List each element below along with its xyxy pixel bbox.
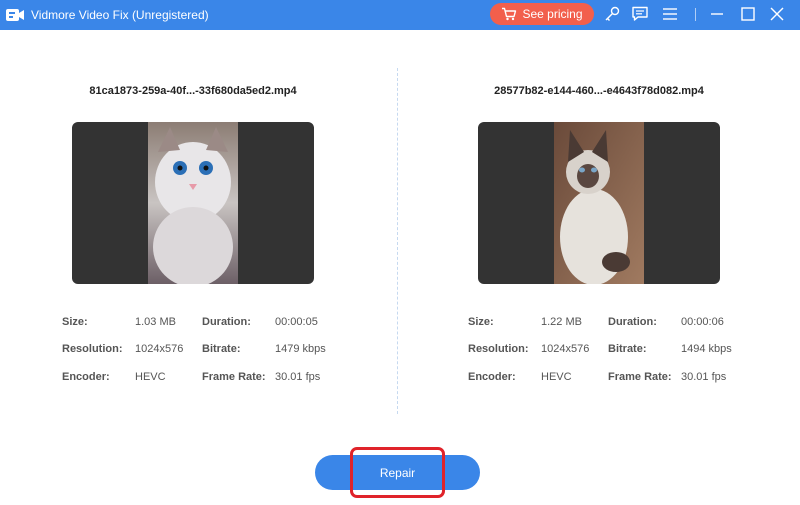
left-frame-rate-label: Frame Rate: (202, 371, 266, 383)
left-resolution-value: 1024x576 (135, 343, 184, 355)
right-resolution-value: 1024x576 (541, 343, 590, 355)
left-size-label: Size: (62, 316, 88, 328)
repair-button-label: Repair (379, 465, 416, 480)
right-bitrate-value: 1494 kbps (681, 343, 732, 355)
see-pricing-button[interactable]: See pricing (490, 3, 594, 25)
key-icon[interactable] (603, 5, 621, 23)
left-bitrate-label: Bitrate: (202, 343, 241, 355)
left-bitrate-value: 1479 kbps (275, 343, 326, 355)
right-encoder-value: HEVC (541, 371, 572, 383)
right-filename: 28577b82-e144-460...-e4643f78d082.mp4 (494, 85, 704, 97)
right-video-thumbnail (554, 122, 644, 284)
left-video-thumbnail (148, 122, 238, 284)
left-video-preview[interactable] (72, 122, 314, 284)
left-duration-label: Duration: (202, 316, 251, 328)
right-encoder-label: Encoder: (468, 371, 516, 383)
left-filename: 81ca1873-259a-40f...-33f680da5ed2.mp4 (89, 85, 297, 97)
video-logo-icon (6, 9, 24, 21)
cart-icon (502, 7, 517, 21)
right-video-preview[interactable] (478, 122, 720, 284)
left-duration-value: 00:00:05 (275, 316, 318, 328)
menu-icon[interactable] (661, 5, 679, 23)
right-frame-rate-value: 30.01 fps (681, 371, 727, 383)
right-duration-value: 00:00:06 (681, 316, 724, 328)
left-resolution-label: Resolution: (62, 343, 123, 355)
maximize-icon[interactable] (739, 5, 757, 23)
chat-icon[interactable] (631, 5, 649, 23)
right-size-value: 1.22 MB (541, 316, 582, 328)
repair-button[interactable]: Repair (315, 455, 480, 490)
see-pricing-label: See pricing (522, 7, 583, 21)
right-duration-label: Duration: (608, 316, 657, 328)
right-frame-rate-label: Frame Rate: (608, 371, 672, 383)
right-size-label: Size: (468, 316, 494, 328)
titlebar-separator (695, 8, 696, 21)
window-title: Vidmore Video Fix (Unregistered) (31, 8, 209, 22)
title-bar: Vidmore Video Fix (Unregistered) See pri… (0, 0, 800, 30)
right-resolution-label: Resolution: (468, 343, 529, 355)
left-encoder-value: HEVC (135, 371, 166, 383)
minimize-icon[interactable] (708, 5, 726, 23)
right-bitrate-label: Bitrate: (608, 343, 647, 355)
left-frame-rate-value: 30.01 fps (275, 371, 321, 383)
panel-divider (397, 68, 398, 414)
left-encoder-label: Encoder: (62, 371, 110, 383)
close-icon[interactable] (768, 5, 786, 23)
left-size-value: 1.03 MB (135, 316, 176, 328)
